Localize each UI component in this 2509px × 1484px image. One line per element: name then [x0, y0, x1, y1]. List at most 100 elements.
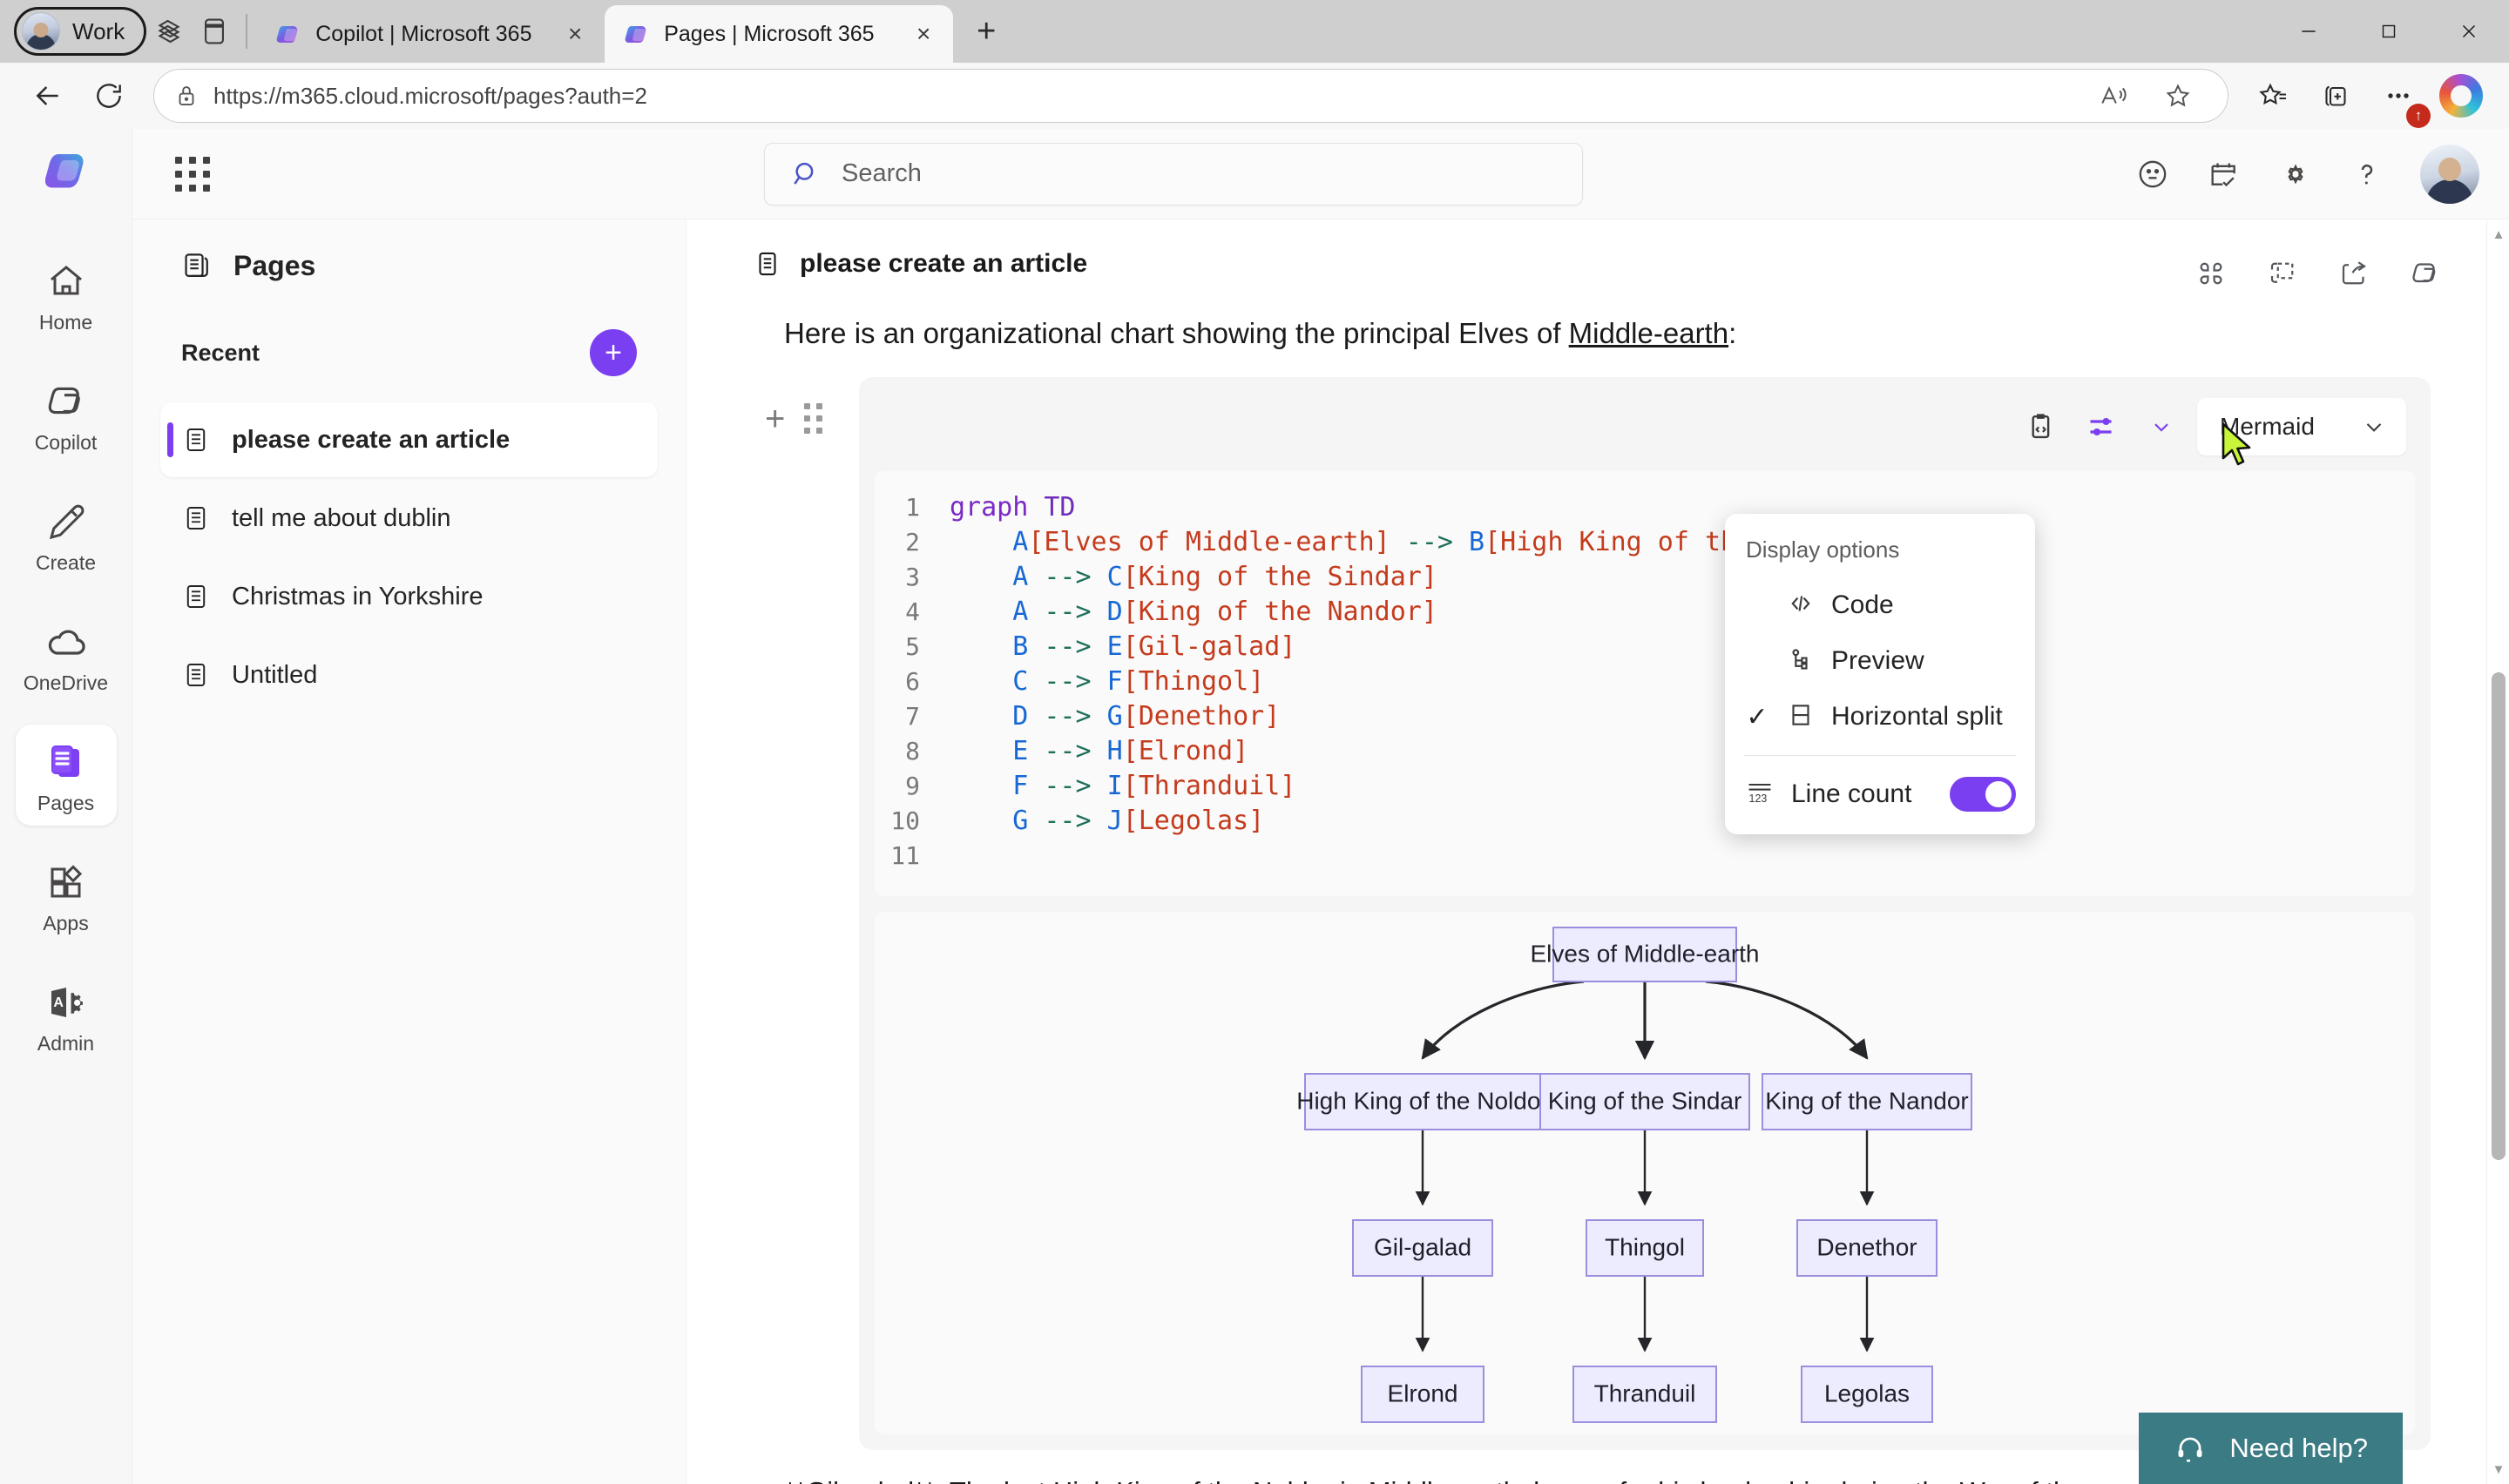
app-header: Search	[132, 129, 2509, 219]
menu-item-preview[interactable]: Preview	[1725, 633, 2035, 689]
address-bar[interactable]: https://m365.cloud.microsoft/pages?auth=…	[153, 69, 2228, 123]
scrollbar[interactable]: ▲ ▼	[2486, 219, 2509, 1484]
maximize-button[interactable]	[2349, 0, 2429, 63]
menu-item-line-count[interactable]: 123 Line count	[1725, 766, 2035, 822]
line-number: 2	[905, 527, 920, 556]
node-label: Elves of Middle-earth	[1530, 940, 1759, 967]
svg-text:123: 123	[1749, 793, 1768, 805]
diagram-node-H[interactable]: Elrond	[1361, 1365, 1484, 1423]
list-item-label: please create an article	[232, 425, 511, 454]
diagram-node-E[interactable]: Gil-galad	[1352, 1218, 1493, 1277]
sidebar-item-apps[interactable]: Apps	[16, 845, 117, 946]
favorites-icon[interactable]	[2244, 67, 2302, 125]
line-count-icon: 123	[1744, 778, 1775, 812]
menu-item-horizontal-split[interactable]: ✓ Horizontal split	[1725, 689, 2035, 745]
chevron-down-icon[interactable]	[2147, 406, 2176, 448]
selection-icon[interactable]	[2260, 251, 2305, 296]
favorite-star-icon[interactable]	[2149, 67, 2207, 125]
add-page-button[interactable]: +	[590, 329, 637, 376]
new-tab-button[interactable]: +	[960, 5, 1012, 57]
diagram-node-C[interactable]: King of the Sindar	[1539, 1072, 1750, 1130]
preview-tree-icon	[1786, 644, 1816, 678]
code-icon	[1786, 589, 1816, 623]
calendar-edit-icon[interactable]	[2195, 145, 2253, 203]
menu-item-code[interactable]: Code	[1725, 577, 2035, 633]
line-number: 6	[905, 666, 920, 696]
collections-add-icon[interactable]	[2307, 67, 2364, 125]
sidebar-item-copilot[interactable]: Copilot	[16, 364, 117, 465]
help-icon[interactable]	[2338, 145, 2396, 203]
scroll-up-button[interactable]: ▲	[2487, 223, 2509, 246]
microsoft-365-logo[interactable]	[42, 148, 91, 197]
need-help-button[interactable]: Need help?	[2139, 1413, 2403, 1484]
line-count-toggle[interactable]	[1950, 777, 2016, 812]
copy-code-icon[interactable]	[2021, 406, 2063, 448]
diagram-node-I[interactable]: Thranduil	[1572, 1365, 1717, 1423]
sidebar-item-onedrive[interactable]: OneDrive	[16, 604, 117, 705]
copilot-icon[interactable]	[2403, 251, 2448, 296]
browser-actions: ↑	[2244, 67, 2490, 128]
share-icon[interactable]	[2331, 251, 2377, 296]
recent-section-header: Recent +	[160, 329, 658, 376]
settings-more-icon[interactable]: ↑	[2370, 67, 2431, 128]
app-launcher-icon[interactable]	[162, 144, 223, 205]
avatar[interactable]	[2420, 144, 2479, 204]
search-input[interactable]: Search	[764, 142, 1583, 206]
collections-icon[interactable]	[146, 9, 192, 54]
scrollbar-thumb[interactable]	[2492, 672, 2506, 1160]
diagram-node-J[interactable]: Legolas	[1801, 1365, 1933, 1423]
line-number: 4	[905, 597, 920, 626]
sidebar-item-pages[interactable]: Pages	[15, 725, 117, 826]
code-line: D --> G[Denethor]	[1012, 700, 1281, 732]
back-arrow-icon[interactable]	[19, 67, 77, 125]
tab-title: Copilot | Microsoft 365	[315, 21, 532, 46]
language-select[interactable]: Mermaid	[2197, 397, 2406, 455]
apps-grid-icon	[45, 858, 87, 907]
document-title: please create an article	[800, 249, 1088, 278]
diagram-node-A[interactable]: Elves of Middle-earth	[1530, 926, 1760, 982]
app-shell: Search Pages Recent + please create an a…	[132, 129, 2509, 1484]
drag-grip-icon[interactable]	[804, 403, 823, 435]
reload-icon[interactable]	[80, 67, 138, 125]
add-block-button[interactable]: +	[765, 401, 785, 436]
minimize-button[interactable]	[2269, 0, 2349, 63]
list-item[interactable]: Christmas in Yorkshire	[160, 559, 658, 634]
page-icon	[186, 584, 206, 609]
close-icon[interactable]: ×	[558, 17, 592, 51]
list-item[interactable]: Untitled	[160, 637, 658, 712]
browser-tab-pages[interactable]: Pages | Microsoft 365 ×	[605, 5, 954, 63]
menu-title: Display options	[1746, 536, 1900, 563]
document-pane: please create an article Here is an orga…	[686, 219, 2509, 1484]
read-aloud-icon[interactable]	[2085, 67, 2142, 125]
home-icon	[45, 257, 87, 306]
scroll-down-button[interactable]: ▼	[2487, 1458, 2509, 1481]
close-icon[interactable]: ×	[906, 17, 941, 51]
menu-item-label: Horizontal split	[1831, 702, 2003, 731]
sidebar-item-create[interactable]: Create	[16, 484, 117, 585]
profile-button[interactable]: Work	[14, 7, 147, 56]
browser-tab-copilot[interactable]: Copilot | Microsoft 365 ×	[256, 5, 605, 63]
diagram-node-F[interactable]: Thingol	[1586, 1218, 1704, 1277]
display-options-menu: Display options Code Preview ✓ Horizonta…	[1725, 514, 2035, 834]
grid-view-icon[interactable]	[2188, 251, 2234, 296]
gear-icon[interactable]	[2267, 145, 2324, 203]
page-icon	[186, 506, 206, 530]
page-viewport: Home Copilot Create OneDrive Pages Apps …	[0, 129, 2509, 1484]
list-item[interactable]: tell me about dublin	[160, 481, 658, 556]
display-settings-icon[interactable]	[2084, 406, 2126, 448]
feedback-icon[interactable]	[2124, 145, 2181, 203]
diagram-node-G[interactable]: Denethor	[1796, 1218, 1938, 1277]
sidebar-item-home[interactable]: Home	[16, 244, 117, 345]
sidebar-item-admin[interactable]: A Admin	[16, 965, 117, 1066]
code-editor[interactable]: 1 graph TD 2 A[Elves of Middle-earth] -->…	[875, 470, 2415, 896]
vertical-tabs-icon[interactable]	[192, 9, 237, 54]
toggle-label: Line count	[1791, 779, 1912, 808]
middle-earth-link[interactable]: Middle-earth	[1569, 317, 1728, 349]
diagram-node-B[interactable]: High King of the Noldor	[1296, 1072, 1549, 1130]
pages-icon	[185, 253, 208, 277]
close-window-button[interactable]	[2429, 0, 2509, 63]
code-line: A --> D[King of the Nandor]	[1012, 596, 1437, 627]
list-item[interactable]: please create an article	[160, 402, 658, 477]
diagram-node-D[interactable]: King of the Nandor	[1762, 1072, 1972, 1130]
copilot-icon[interactable]	[2432, 67, 2490, 125]
